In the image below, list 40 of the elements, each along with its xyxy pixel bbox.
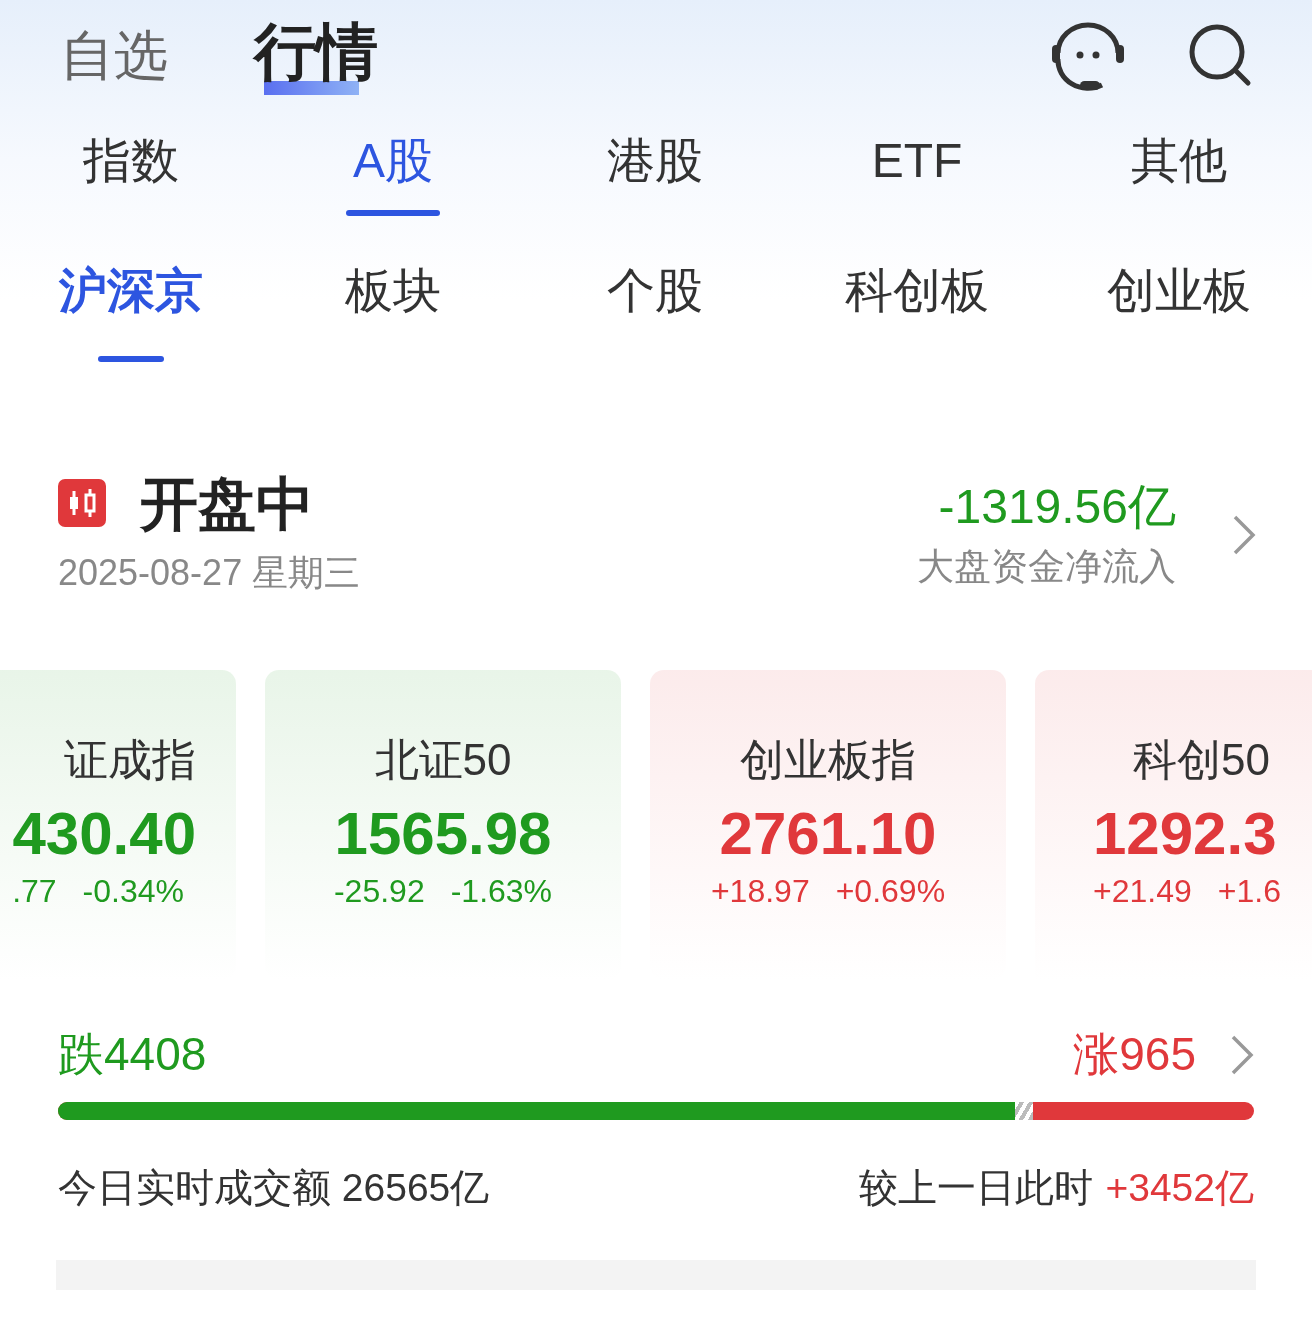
chevron-right-icon[interactable] [1232,514,1256,556]
comparison-label: 较上一日此时 [859,1165,1094,1211]
index-value: 430.40 [12,798,196,869]
index-change: +18.97 [710,872,810,910]
tab[interactable]: 创业板 [1107,260,1251,390]
tab[interactable]: 板块 [345,260,441,390]
candlestick-icon [58,479,106,528]
index-value: 1565.98 [334,798,552,869]
advancing-count: 涨965 [1073,1027,1196,1082]
market-status: 开盘中 [140,471,314,536]
tab[interactable]: 其他 [1131,130,1227,260]
index-percent: -0.34% [82,872,184,910]
index-value: 1292.3 [1093,798,1277,869]
index-change: +21.49 [1093,872,1192,910]
tab[interactable]: 个股 [607,260,703,390]
tab[interactable]: 指数 [83,130,179,260]
index-change: .77 [12,872,57,910]
search-icon[interactable] [1188,23,1252,87]
declining-count: 跌4408 [58,1027,208,1082]
net-inflow-label: 大盘资金净流入 [917,544,1176,589]
tab[interactable]: 港股 [607,130,703,260]
index-percent: +0.69% [835,872,946,910]
chevron-right-icon[interactable] [1230,1034,1254,1076]
net-inflow-value: -1319.56亿 [938,479,1176,536]
index-percent: -1.63% [450,872,553,910]
top-tab[interactable]: 自选 [60,22,168,88]
comparison-value: +3452亿 [1105,1165,1254,1211]
index-name: 证成指 [64,734,196,786]
index-value: 2761.10 [719,798,937,869]
index-name: 科创50 [1133,734,1270,786]
tab[interactable]: 沪深京 [59,260,203,390]
index-change: -25.92 [333,872,425,910]
tab[interactable]: 科创板 [845,260,989,390]
turnover-label: 今日实时成交额 26565亿 [58,1165,491,1211]
tab[interactable]: A股 [346,130,440,260]
index-percent: +1.6 [1217,872,1281,910]
index-name: 创业板指 [740,734,916,786]
trading-date: 2025-08-27 星期三 [58,551,362,596]
tab[interactable]: ETF [870,130,964,260]
index-name: 北证50 [374,734,512,786]
